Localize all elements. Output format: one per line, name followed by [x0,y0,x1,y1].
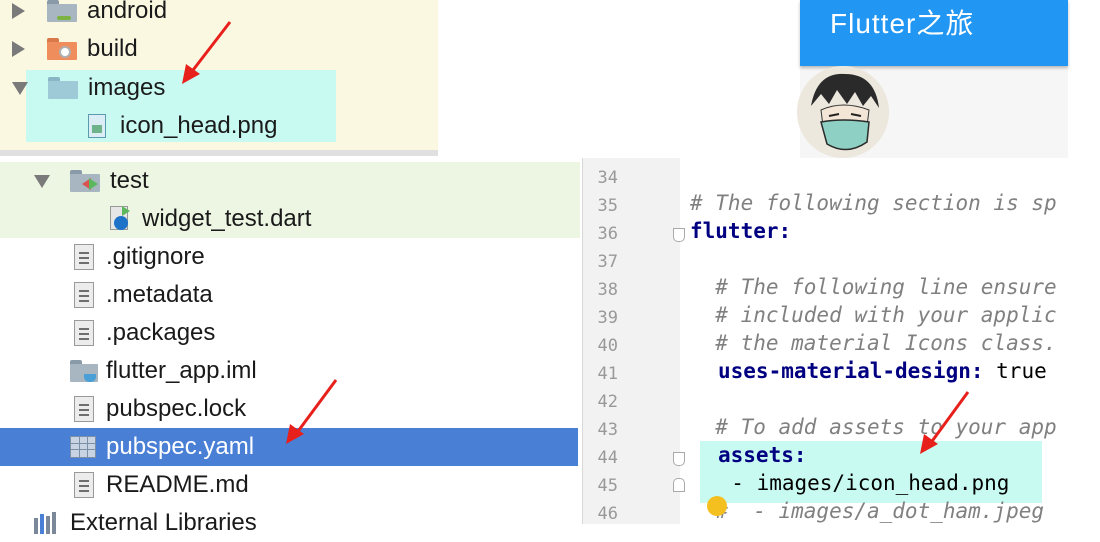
yaml-key: uses-material-design: [718,359,984,383]
tree-item-pubspec-yaml[interactable]: pubspec.yaml [70,428,254,466]
tree-item-external-libraries[interactable]: External Libraries [34,504,257,542]
code-line-44: assets: [718,443,807,467]
text-file-icon [74,244,94,270]
app-bar-title: Flutter之旅 [830,8,975,39]
tree-item-label: README.md [106,471,249,498]
collapse-arrow-icon[interactable] [34,174,50,188]
code-line-46: # - images/a_dot_ham.jpeg [690,499,1045,523]
code-line-40: # the material Icons class. [690,331,1057,355]
fold-marker-icon[interactable] [673,452,685,466]
text-file-icon [74,282,94,308]
tree-item-test[interactable]: test [34,162,149,200]
line-number: 41 [597,364,618,384]
tree-item-flutter-app-iml[interactable]: flutter_app.iml [70,352,257,390]
tree-item-label: pubspec.lock [106,395,247,422]
tree-item-gitignore[interactable]: .gitignore [74,238,205,276]
module-file-icon [70,360,98,382]
pointer-arrow-icon [286,379,338,444]
tree-item-label: .gitignore [106,243,205,270]
line-number: 42 [597,392,618,412]
tree-item-label: images [88,74,166,101]
tree-item-label: widget_test.dart [142,205,312,232]
tree-item-pubspec-lock[interactable]: pubspec.lock [74,390,246,428]
libraries-icon [34,512,60,534]
line-number: 35 [597,196,618,216]
android-folder-icon [47,0,77,22]
text-file-icon [74,396,94,422]
build-folder-icon [47,38,77,60]
expand-arrow-icon[interactable] [12,3,25,19]
code-line-36: flutter: [690,219,792,243]
tree-item-icon-head[interactable]: icon_head.png [88,107,277,145]
yaml-table-icon [70,436,96,458]
lightbulb-icon[interactable] [707,496,727,516]
line-number: 36 [597,224,618,244]
tree-item-label: External Libraries [70,509,257,536]
line-number: 34 [597,168,618,188]
tree-item-widget-test[interactable]: widget_test.dart [110,200,311,238]
code-line-38: # The following line ensure [690,275,1057,299]
folder-icon [48,77,78,99]
pointer-arrow-icon [920,391,970,454]
tree-item-metadata[interactable]: .metadata [74,276,213,314]
tree-item-label: test [110,167,149,194]
top-project-tree: android build images icon_head.png [0,0,438,152]
line-number: 44 [597,448,618,468]
code-line-43: # To add assets to your app [690,415,1057,439]
tree-item-label: flutter_app.iml [106,357,257,384]
tree-item-label: android [87,0,168,24]
line-number: 45 [597,476,618,496]
code-line-39: # included with your applic [690,303,1057,327]
line-number: 38 [597,280,618,300]
tree-item-label: pubspec.yaml [106,433,255,460]
tree-item-images[interactable]: images [12,69,165,107]
tree-item-label: build [87,35,138,62]
tree-item-packages[interactable]: .packages [74,314,215,352]
expand-arrow-icon[interactable] [12,41,25,57]
collapse-arrow-icon[interactable] [12,81,28,95]
test-folder-icon [70,170,100,192]
tree-item-label: .packages [106,319,216,346]
panel-divider [0,150,438,156]
line-number: 37 [597,252,618,272]
line-number: 43 [597,420,618,440]
fold-marker-icon[interactable] [673,228,685,242]
avatar [797,66,889,158]
image-file-icon [88,114,106,138]
code-line-45: - images/icon_head.png [706,471,1010,495]
tree-item-android[interactable]: android [12,0,167,30]
fold-marker-icon[interactable] [673,478,685,492]
line-number: 40 [597,336,618,356]
text-file-icon [74,320,94,346]
yaml-value: true [983,359,1047,383]
tree-item-label: .metadata [106,281,213,308]
line-number: 46 [597,504,618,524]
pointer-arrow-icon [182,21,232,84]
text-file-icon [74,472,94,498]
tree-item-label: icon_head.png [120,112,278,139]
code-line-35: # The following section is sp [690,191,1057,215]
line-number: 39 [597,308,618,328]
dart-test-file-icon [110,206,132,232]
tree-item-readme[interactable]: README.md [74,466,249,504]
code-line-41: uses-material-design: true [718,359,1047,383]
tree-item-build[interactable]: build [12,30,138,68]
avatar-drawing-icon [797,66,889,158]
